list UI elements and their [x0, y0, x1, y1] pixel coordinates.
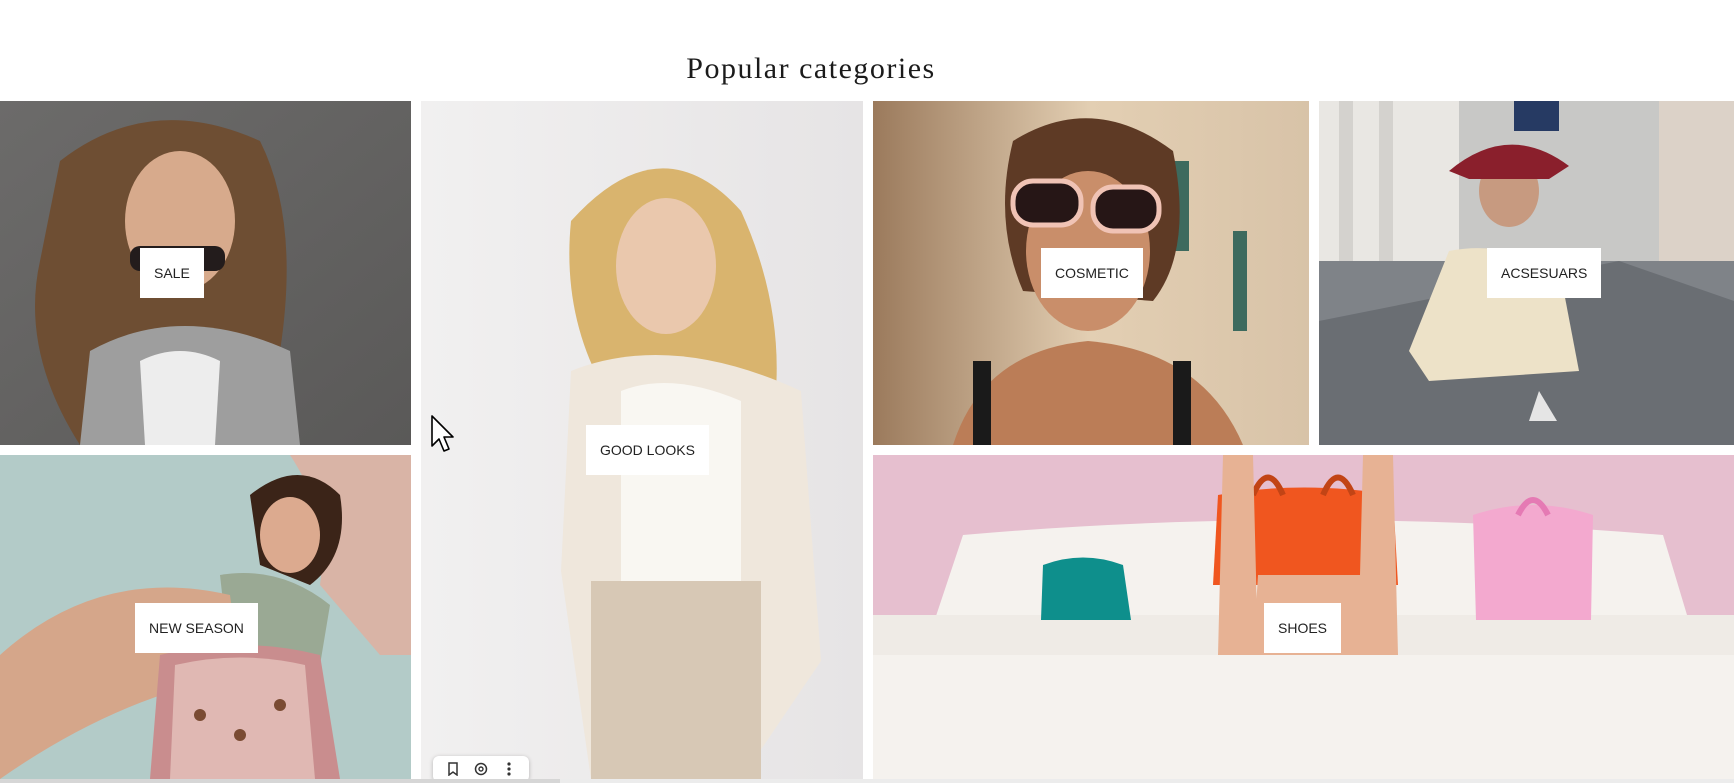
category-tile-acsesuars[interactable]: ACSESUARS [1319, 101, 1734, 445]
category-tile-shoes[interactable]: SHOES [873, 455, 1734, 779]
category-label-acsesuars[interactable]: ACSESUARS [1487, 248, 1602, 298]
category-tile-sale[interactable]: SALE [0, 101, 411, 445]
category-label-good-looks[interactable]: GOOD LOOKS [586, 425, 709, 475]
category-tile-good-looks[interactable]: GOOD LOOKS [421, 101, 863, 779]
category-tile-cosmetic[interactable]: COSMETIC [873, 101, 1309, 445]
page-scroll-edge [0, 779, 1734, 783]
bookmark-icon[interactable] [442, 758, 464, 780]
more-vertical-icon[interactable] [498, 758, 520, 780]
category-label-sale[interactable]: SALE [140, 248, 204, 298]
category-label-shoes[interactable]: SHOES [1264, 603, 1342, 653]
category-label-new-season[interactable]: NEW SEASON [135, 603, 258, 653]
category-tile-new-season[interactable]: NEW SEASON [0, 455, 411, 779]
category-label-cosmetic[interactable]: COSMETIC [1041, 248, 1143, 298]
category-image-sale [0, 101, 411, 445]
visual-search-icon[interactable] [470, 758, 492, 780]
section-title: Popular categories [686, 52, 936, 85]
